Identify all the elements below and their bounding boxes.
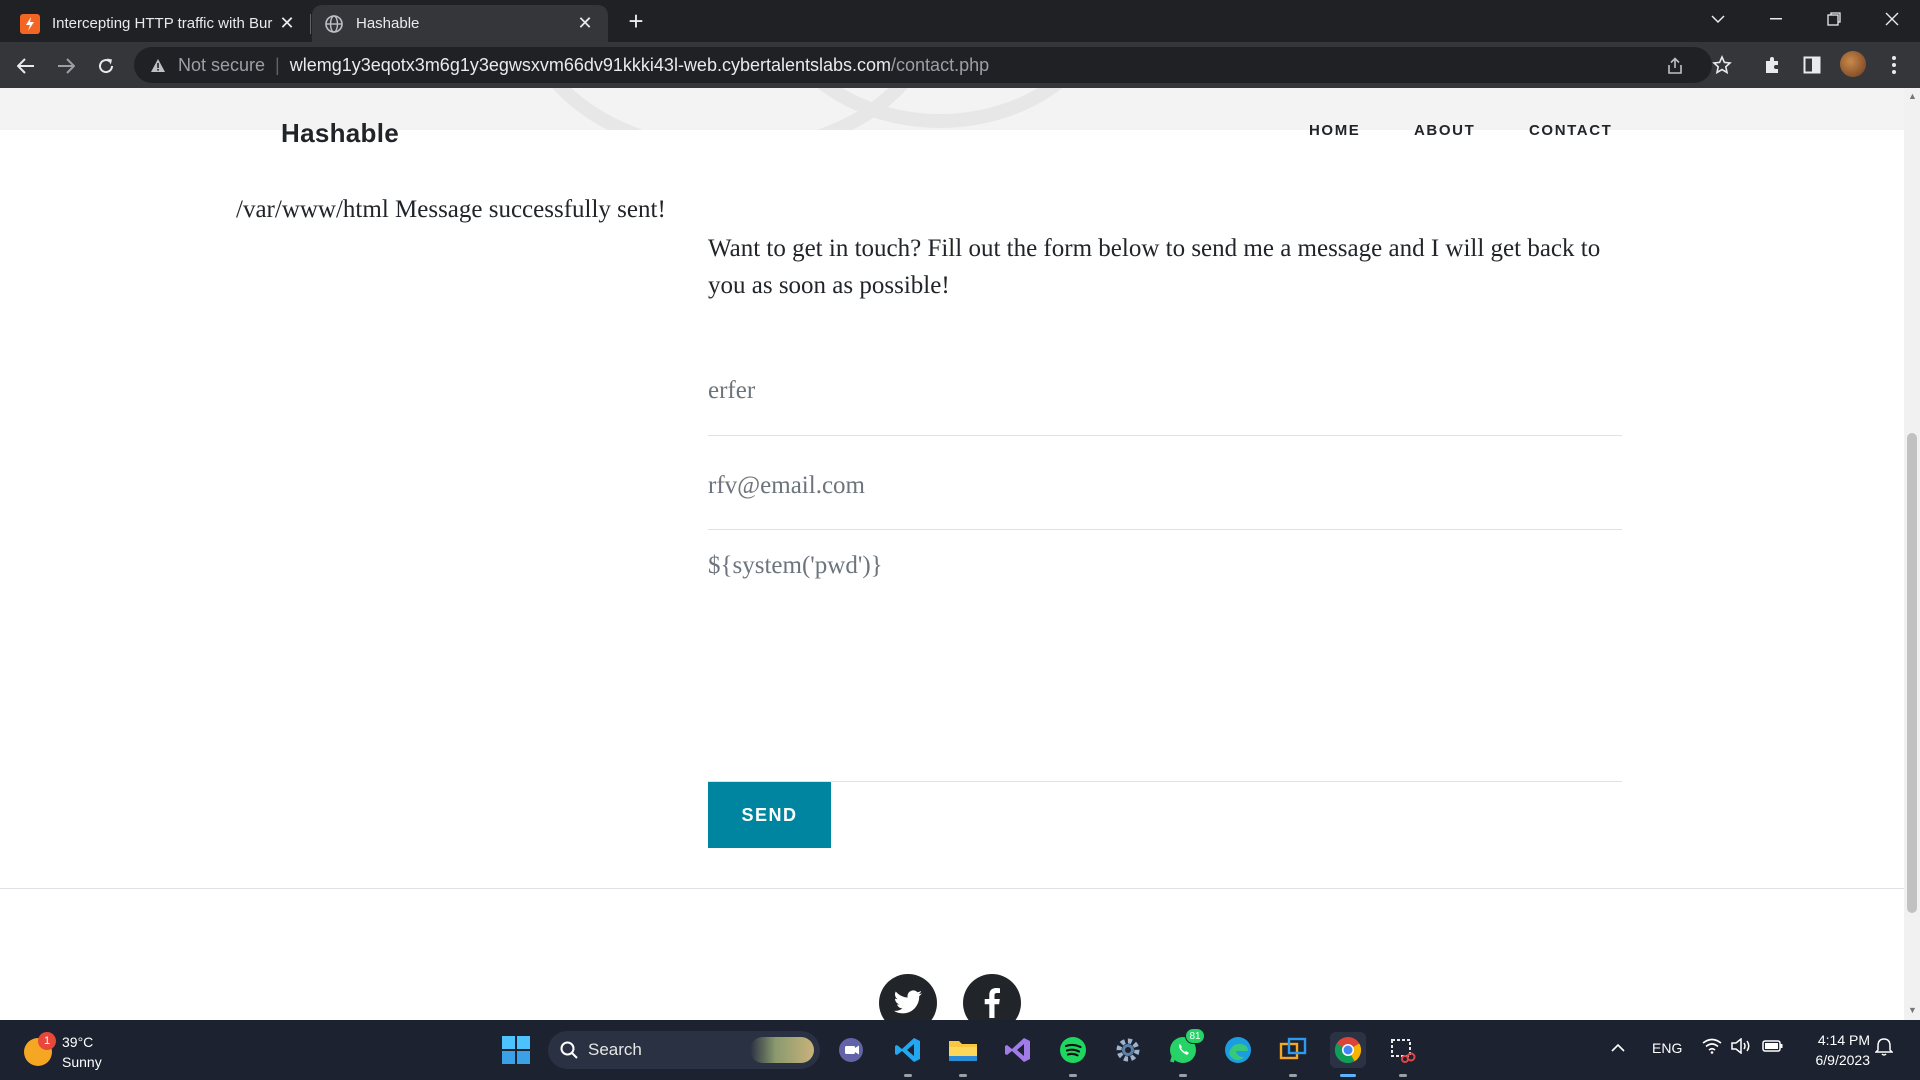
snipping-tool-icon[interactable] [1385, 1032, 1421, 1068]
field-divider [708, 435, 1622, 436]
security-label[interactable]: Not secure [178, 55, 265, 76]
extensions-puzzle-icon[interactable] [1756, 49, 1788, 81]
page-viewport: Hashable HOME ABOUT CONTACT /var/www/htm… [0, 88, 1904, 1020]
clock-time: 4:14 PM [1817, 1032, 1870, 1048]
running-indicator [1399, 1074, 1407, 1077]
whatsapp-icon[interactable]: 81 [1165, 1028, 1205, 1068]
whatsapp-badge: 81 [1185, 1028, 1205, 1044]
reload-icon[interactable] [90, 50, 122, 82]
taskbar-search-box[interactable]: Search [548, 1031, 820, 1069]
bookmark-star-icon[interactable] [1706, 49, 1738, 81]
address-bar[interactable]: Not secure | wlemg1y3eqotx3m6g1y3egwsxvm… [134, 47, 1712, 83]
browser-tab-bar: Intercepting HTTP traffic with Bur ✕ Has… [0, 0, 1920, 42]
warning-triangle-icon[interactable] [150, 56, 168, 74]
send-button[interactable]: SEND [708, 782, 831, 848]
edge-browser-icon[interactable] [1220, 1032, 1256, 1068]
restore-button[interactable] [1806, 0, 1862, 38]
nav-about-link[interactable]: ABOUT [1414, 122, 1475, 139]
scrollbar-thumb[interactable] [1907, 433, 1917, 913]
url-path: /contact.php [891, 54, 990, 75]
search-label: Search [588, 1040, 642, 1059]
name-field[interactable] [708, 371, 1622, 411]
close-tab-icon[interactable]: ✕ [574, 13, 596, 35]
scroll-down-arrow-icon[interactable]: ▼ [1908, 1006, 1917, 1015]
close-tab-icon[interactable]: ✕ [276, 13, 298, 35]
back-arrow-icon[interactable] [10, 50, 42, 82]
windows-taskbar: 1 39°C Sunny Search 81 ENG 4:14 PM 6/9/2… [0, 1020, 1920, 1080]
taskbar-clock[interactable]: 4:14 PM 6/9/2023 [1800, 1030, 1871, 1070]
nav-home-link[interactable]: HOME [1309, 122, 1360, 139]
tab-divider [310, 14, 311, 34]
nav-contact-link[interactable]: CONTACT [1529, 122, 1612, 139]
contact-intro-text: Want to get in touch? Fill out the form … [708, 235, 1601, 299]
weather-badge: 1 [38, 1032, 56, 1050]
page-scrollbar[interactable]: ▲ ▼ [1904, 88, 1920, 1020]
running-indicator [959, 1074, 967, 1077]
close-window-button[interactable] [1864, 0, 1920, 38]
clock-date: 6/9/2023 [1815, 1052, 1871, 1068]
tab-title: Intercepting HTTP traffic with Bur [52, 15, 273, 32]
file-explorer-icon[interactable] [945, 1032, 981, 1068]
profile-avatar[interactable] [1840, 51, 1866, 77]
settings-gear-icon[interactable] [1110, 1032, 1146, 1068]
notifications-bell-icon[interactable] [1874, 1038, 1894, 1059]
share-icon[interactable] [1660, 51, 1690, 81]
url-host: wlemg1y3eqotx3m6g1y3egwsxvm66dv91kkki43l… [289, 54, 892, 75]
running-indicator [904, 1074, 912, 1077]
active-app-indicator [1340, 1074, 1356, 1077]
globe-icon [324, 14, 344, 34]
footer-divider [0, 888, 1904, 889]
search-icon [560, 1041, 578, 1059]
running-indicator [1069, 1074, 1077, 1077]
sun-icon: 1 [24, 1032, 56, 1066]
weather-description: Sunny [62, 1054, 102, 1070]
burp-favicon-icon [20, 13, 40, 34]
running-indicator [1289, 1074, 1297, 1077]
vscode-icon[interactable] [890, 1032, 926, 1068]
chrome-icon[interactable] [1330, 1032, 1366, 1068]
message-field[interactable]: ${system('pwd')} [708, 552, 1622, 772]
side-panel-icon[interactable] [1796, 49, 1828, 81]
remote-desktop-icon[interactable] [1275, 1032, 1311, 1068]
weather-widget[interactable]: 1 39°C Sunny [24, 1032, 102, 1072]
url-divider: | [275, 54, 280, 75]
language-indicator[interactable]: ENG [1652, 1040, 1682, 1056]
new-tab-button[interactable]: + [620, 6, 652, 36]
scroll-up-arrow-icon[interactable]: ▲ [1908, 92, 1917, 101]
tab-search-icon[interactable] [1690, 0, 1746, 38]
facebook-icon[interactable] [963, 974, 1021, 1020]
windows-start-icon[interactable] [498, 1032, 534, 1068]
teams-chat-icon[interactable] [834, 1032, 870, 1068]
more-menu-icon[interactable] [1878, 49, 1910, 81]
site-brand[interactable]: Hashable [281, 118, 399, 149]
battery-icon[interactable] [1762, 1039, 1784, 1056]
weather-temperature: 39°C [62, 1034, 94, 1050]
wifi-icon[interactable] [1702, 1038, 1722, 1057]
show-hidden-icons-chevron-icon[interactable] [1611, 1040, 1625, 1056]
field-divider [708, 529, 1622, 530]
field-divider [708, 781, 1622, 782]
tab-hashable[interactable]: Hashable ✕ [312, 5, 608, 42]
running-indicator [1179, 1074, 1187, 1077]
minimize-button[interactable] [1748, 0, 1804, 38]
visual-studio-icon[interactable] [1000, 1032, 1036, 1068]
spotify-icon[interactable] [1055, 1032, 1091, 1068]
volume-icon[interactable] [1730, 1037, 1752, 1057]
tab-title: Hashable [356, 15, 420, 32]
search-highlight-image [750, 1037, 814, 1063]
tab-burp[interactable]: Intercepting HTTP traffic with Bur ✕ [8, 5, 310, 42]
email-field[interactable] [708, 466, 1622, 506]
twitter-icon[interactable] [879, 974, 937, 1020]
browser-toolbar: Not secure | wlemg1y3eqotx3m6g1y3egwsxvm… [0, 42, 1920, 88]
forward-arrow-icon[interactable] [50, 50, 82, 82]
command-output-message: /var/www/html Message successfully sent! [236, 196, 666, 223]
